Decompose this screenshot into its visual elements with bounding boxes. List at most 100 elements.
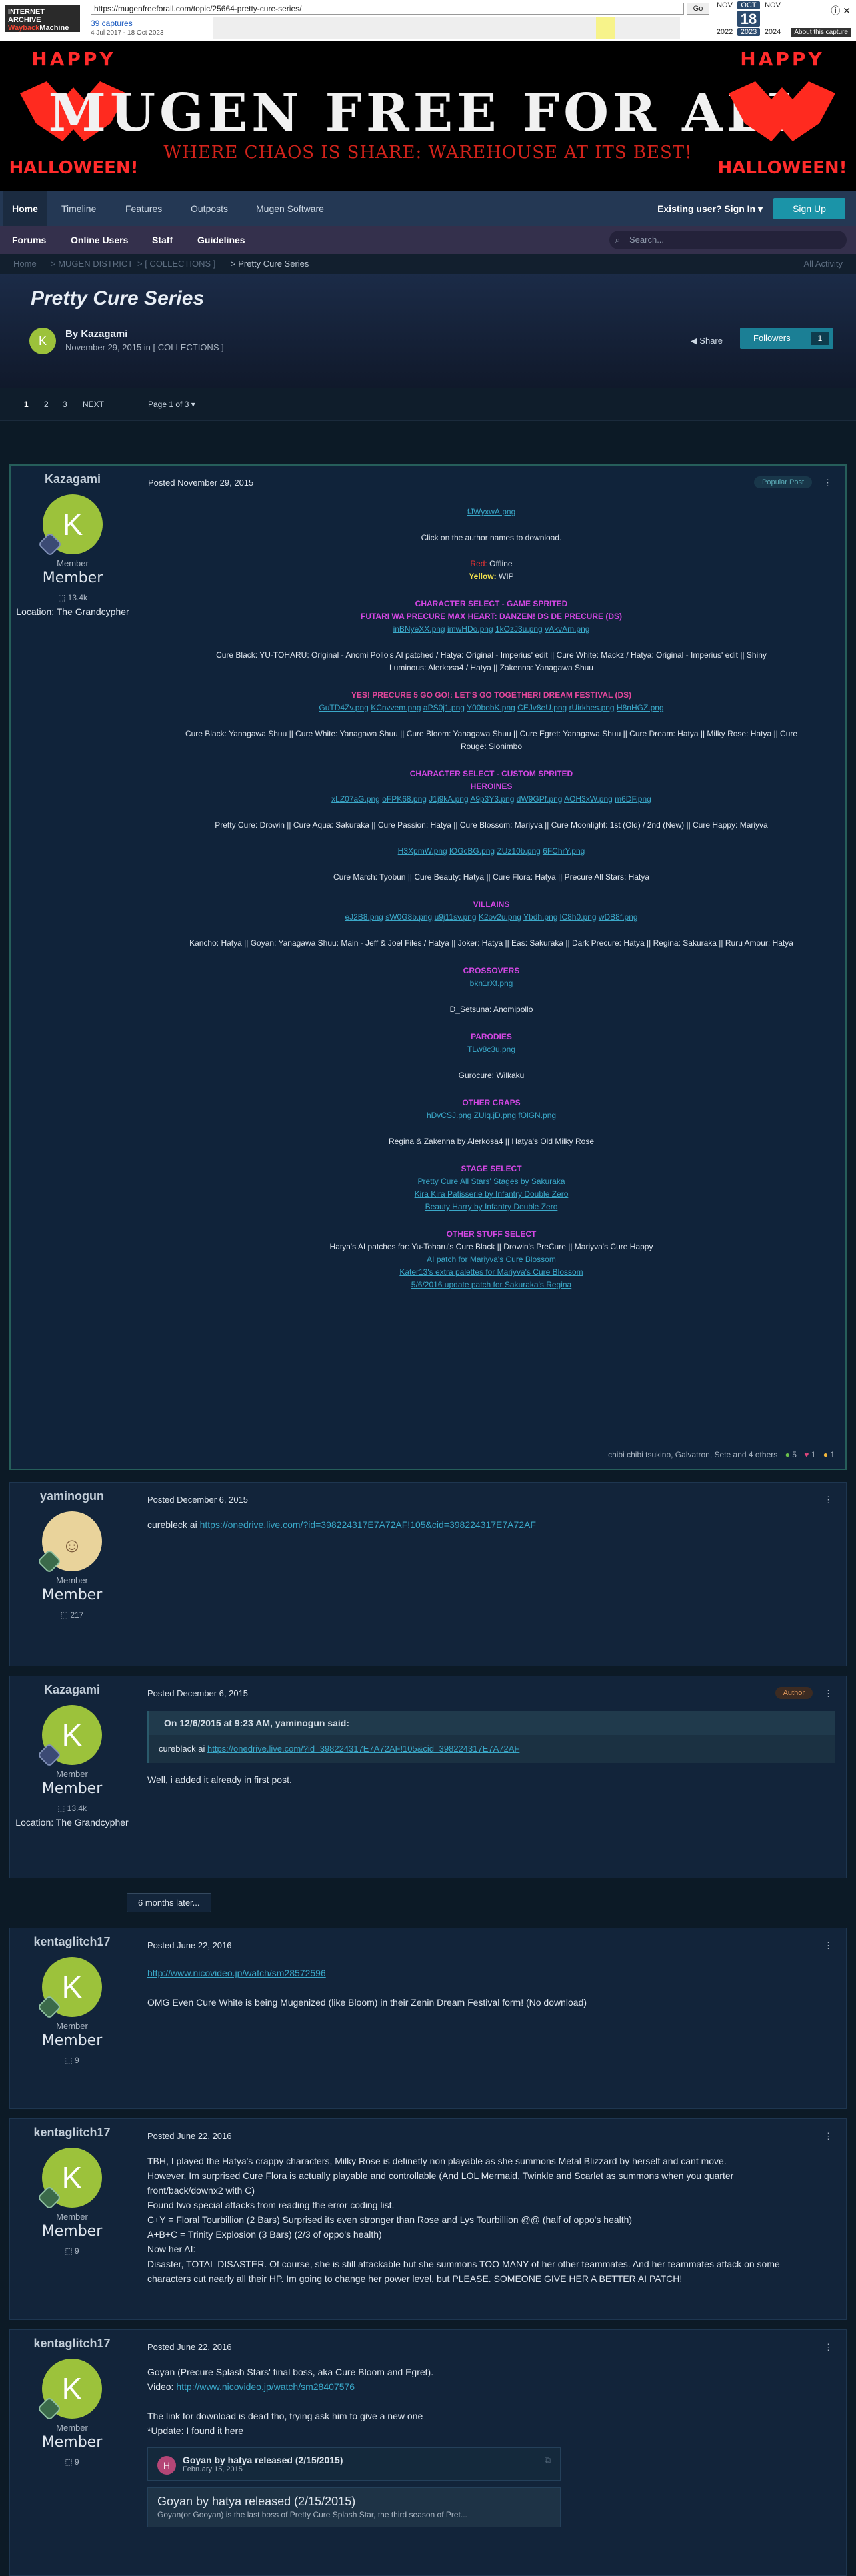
more-options-icon[interactable]: ⋮: [824, 1495, 833, 1505]
image-link[interactable]: GuTD4Zv.png: [319, 703, 368, 712]
subnav-staff[interactable]: Staff: [152, 226, 173, 254]
author-credits[interactable]: Cure Black: Yanagawa Shuu || Cure White:…: [148, 728, 835, 740]
more-options-icon[interactable]: ⋮: [823, 478, 832, 488]
image-link[interactable]: bkn1rXf.png: [470, 979, 513, 988]
post-author-name[interactable]: kentaglitch17: [10, 2337, 134, 2351]
image-link[interactable]: m6DF.png: [615, 794, 651, 804]
nav-outposts[interactable]: Outposts: [191, 191, 228, 226]
crumb-home[interactable]: Home: [13, 259, 37, 269]
author-credits[interactable]: Cure March: Tyobun || Cure Beauty: Hatya…: [148, 871, 835, 884]
image-link[interactable]: 6FChrY.png: [543, 846, 585, 856]
download-link[interactable]: Beauty Harry by Infantry Double Zero: [425, 1202, 558, 1211]
share-button[interactable]: ◀ Share: [691, 336, 723, 346]
more-options-icon[interactable]: ⋮: [824, 2131, 833, 2142]
avatar[interactable]: K: [37, 1957, 102, 2020]
post-author-name[interactable]: yaminogun: [10, 1489, 134, 1503]
author-credits[interactable]: Pretty Cure: Drowin || Cure Aqua: Sakura…: [148, 819, 835, 832]
site-banner[interactable]: HAPPY HALLOWEEN! MUGEN FREE FOR ALL WHER…: [0, 41, 856, 191]
more-options-icon[interactable]: ⋮: [824, 1688, 833, 1699]
followers-button[interactable]: Followers 1: [740, 328, 833, 349]
author-credits[interactable]: Luminous: Alerkosa4 / Hatya || Zakenna: …: [148, 662, 835, 674]
image-link[interactable]: 1kOzJ3u.png: [495, 624, 543, 634]
image-link[interactable]: eJ2B8.png: [345, 912, 383, 922]
post-date[interactable]: Posted June 22, 2016: [147, 2131, 232, 2141]
author-credits[interactable]: Gurocure: Wilkaku: [148, 1069, 835, 1082]
post-author-name[interactable]: Kazagami: [10, 1683, 134, 1697]
all-activity-link[interactable]: All Activity: [803, 259, 843, 269]
wayback-captures-link[interactable]: 39 captures: [91, 19, 133, 28]
sign-in-link[interactable]: Existing user? Sign In ▾: [657, 191, 763, 226]
embedded-preview[interactable]: Goyan by hatya released (2/15/2015) Goya…: [147, 2487, 561, 2527]
nav-features[interactable]: Features: [125, 191, 162, 226]
about-capture-link[interactable]: About this capture: [791, 28, 851, 37]
post-date[interactable]: Posted June 22, 2016: [147, 2342, 232, 2352]
image-link[interactable]: imwHDo.png: [447, 624, 493, 634]
image-link[interactable]: vAkvAm.png: [545, 624, 589, 634]
image-link[interactable]: fOlGN.png: [518, 1111, 556, 1120]
page-2[interactable]: 2: [44, 400, 49, 409]
download-link[interactable]: Kira Kira Patisserie by Infantry Double …: [415, 1189, 569, 1199]
image-link[interactable]: inBNyeXX.png: [393, 624, 445, 634]
image-link[interactable]: CEJv8eU.png: [517, 703, 567, 712]
nicovideo-link[interactable]: http://www.nicovideo.jp/watch/sm28572596: [147, 1968, 326, 1978]
post-author-name[interactable]: kentaglitch17: [10, 1935, 134, 1949]
author-credits[interactable]: Cure Black: YU-TOHARU: Original - Anomi …: [148, 649, 835, 662]
search-input[interactable]: Search...: [609, 231, 847, 249]
download-link[interactable]: AI patch for Mariyva's Cure Blossom: [427, 1255, 556, 1264]
next-page[interactable]: NEXT: [83, 400, 104, 409]
post-author-name[interactable]: Kazagami: [11, 472, 135, 486]
image-link[interactable]: K2ov2u.png: [479, 912, 521, 922]
image-link[interactable]: H8nHGZ.png: [617, 703, 664, 712]
wayback-logo[interactable]: INTERNET ARCHIVE WaybackMachine: [5, 5, 80, 32]
reaction-users[interactable]: chibi chibi tsukino, Galvatron, Sete and…: [608, 1450, 777, 1459]
nav-mugen-software[interactable]: Mugen Software: [256, 191, 324, 226]
wayback-url-input[interactable]: https://mugenfreeforall.com/topic/25664-…: [91, 3, 684, 15]
image-link[interactable]: Y00bobK.png: [467, 703, 515, 712]
avatar[interactable]: K: [37, 2359, 102, 2421]
avatar[interactable]: K: [37, 1705, 102, 1768]
avatar[interactable]: ☺: [37, 1511, 102, 1574]
image-link[interactable]: u9j11sv.png: [435, 912, 477, 922]
crumb-collections[interactable]: > [ COLLECTIONS ]: [137, 259, 215, 269]
download-link[interactable]: 5/6/2016 update patch for Sakuraka's Reg…: [411, 1280, 571, 1289]
wayback-sparkline[interactable]: [213, 17, 680, 39]
wayback-go-button[interactable]: Go: [687, 3, 709, 15]
author-credits[interactable]: Kancho: Hatya || Goyan: Yanagawa Shuu: M…: [148, 937, 835, 950]
year-next[interactable]: 2024: [761, 28, 784, 36]
onedrive-link[interactable]: https://onedrive.live.com/?id=398224317E…: [207, 1744, 519, 1754]
quote-header[interactable]: On 12/6/2015 at 9:23 AM, yaminogun said:: [149, 1711, 835, 1735]
image-link[interactable]: hDvCSJ.png: [427, 1111, 471, 1120]
image-link[interactable]: A9p3Y3.png: [470, 794, 514, 804]
author-credits[interactable]: Rouge: Slonimbo: [148, 740, 835, 753]
post-date[interactable]: Posted June 22, 2016: [147, 1940, 232, 1950]
post-author-name[interactable]: kentaglitch17: [10, 2126, 134, 2140]
avatar[interactable]: K: [37, 494, 103, 557]
image-link[interactable]: ZUlq.jD.png: [474, 1111, 516, 1120]
subnav-forums[interactable]: Forums: [12, 226, 46, 254]
image-link[interactable]: Ybdh.png: [523, 912, 557, 922]
image-link[interactable]: wDB8f.png: [599, 912, 638, 922]
subnav-online-users[interactable]: Online Users: [71, 226, 128, 254]
nicovideo-link[interactable]: http://www.nicovideo.jp/watch/sm28407576: [176, 2381, 355, 2392]
crumb-district[interactable]: > MUGEN DISTRICT: [51, 259, 133, 269]
more-options-icon[interactable]: ⋮: [824, 2342, 833, 2353]
onedrive-link[interactable]: https://onedrive.live.com/?id=398224317E…: [200, 1519, 536, 1530]
post-date[interactable]: Posted December 6, 2015: [147, 1688, 248, 1698]
image-link[interactable]: sW0G8b.png: [385, 912, 432, 922]
external-link-icon[interactable]: ⧉: [545, 2455, 551, 2465]
page-jump[interactable]: Page 1 of 3 ▾: [148, 400, 195, 409]
image-link[interactable]: oFPK68.png: [382, 794, 427, 804]
post-date[interactable]: Posted November 29, 2015: [148, 478, 253, 488]
image-link[interactable]: xLZ07aG.png: [331, 794, 380, 804]
month-next[interactable]: NOV: [761, 1, 784, 9]
nav-timeline[interactable]: Timeline: [61, 191, 96, 226]
author-credits[interactable]: D_Setsuna: Anomipollo: [148, 1003, 835, 1016]
nav-home[interactable]: Home: [3, 191, 47, 226]
help-icon[interactable]: ⓘ ✕: [831, 4, 851, 17]
image-link[interactable]: AOH3xW.png: [564, 794, 613, 804]
download-link[interactable]: Kater13's extra palettes for Mariyva's C…: [399, 1267, 583, 1277]
topic-author[interactable]: By Kazagami: [65, 328, 127, 340]
year-prev[interactable]: 2022: [713, 28, 736, 36]
page-3[interactable]: 3: [63, 400, 67, 409]
image-link[interactable]: H3XpmW.png: [398, 846, 447, 856]
